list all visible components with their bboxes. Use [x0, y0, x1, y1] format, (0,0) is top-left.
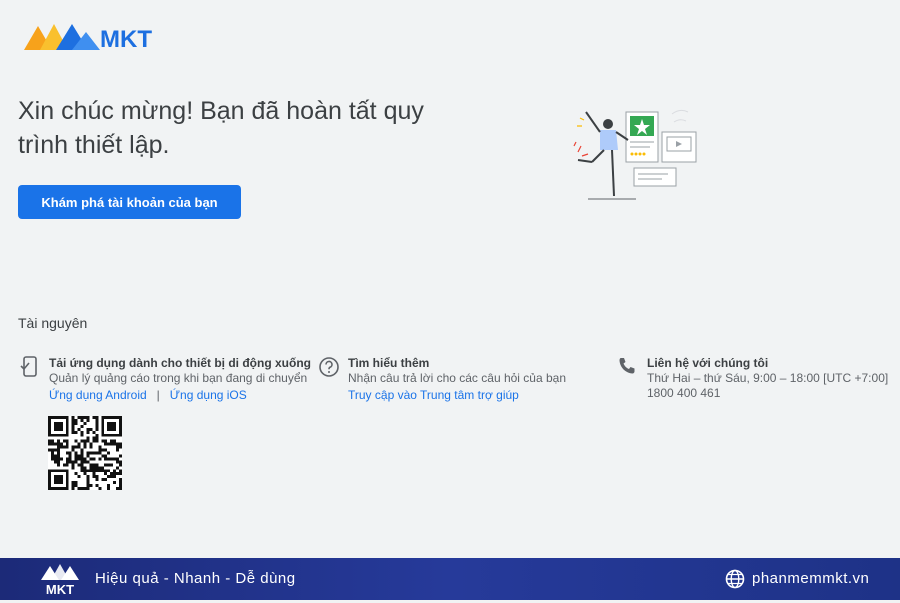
resources-heading: Tài nguyên — [18, 315, 88, 331]
help-circle-icon — [318, 356, 339, 378]
globe-icon — [725, 569, 745, 589]
footer-banner: MKT Hiệu quả - Nhanh - Dễ dùng phanmemmk… — [0, 558, 900, 600]
help-center-link[interactable]: Truy cập vào Trung tâm trợ giúp — [348, 388, 519, 402]
mobile-app-desc: Quản lý quảng cáo trong khi bạn đang di … — [49, 371, 308, 385]
phone-download-icon — [19, 356, 39, 378]
learn-more-title: Tìm hiểu thêm — [348, 356, 430, 370]
logo-text: MKT — [100, 26, 152, 53]
link-separator: | — [156, 388, 160, 402]
explore-account-button[interactable]: Khám phá tài khoản của bạn — [18, 185, 241, 219]
celebration-illustration — [568, 106, 703, 206]
footer-logo: MKT — [37, 562, 83, 598]
android-app-link[interactable]: Ứng dụng Android — [49, 388, 147, 402]
mobile-app-title: Tải ứng dụng dành cho thiết bị di động x… — [49, 356, 311, 370]
mkt-logo: MKT — [22, 18, 172, 58]
phone-icon — [617, 356, 637, 378]
contact-title: Liên hệ với chúng tôi — [647, 356, 769, 370]
ios-app-link[interactable]: Ứng dụng iOS — [170, 388, 247, 402]
footer-logo-text: MKT — [46, 582, 74, 597]
qr-code — [48, 416, 122, 490]
learn-more-desc: Nhận câu trả lời cho các câu hỏi của bạn — [348, 371, 566, 385]
footer-slogan: Hiệu quả - Nhanh - Dễ dùng — [95, 570, 296, 587]
contact-phone: 1800 400 461 — [647, 386, 721, 400]
footer-website[interactable]: phanmemmkt.vn — [752, 570, 869, 587]
page-title: Xin chúc mừng! Bạn đã hoàn tất quy trình… — [18, 97, 424, 159]
contact-hours: Thứ Hai – thứ Sáu, 9:00 – 18:00 [UTC +7:… — [647, 371, 889, 385]
